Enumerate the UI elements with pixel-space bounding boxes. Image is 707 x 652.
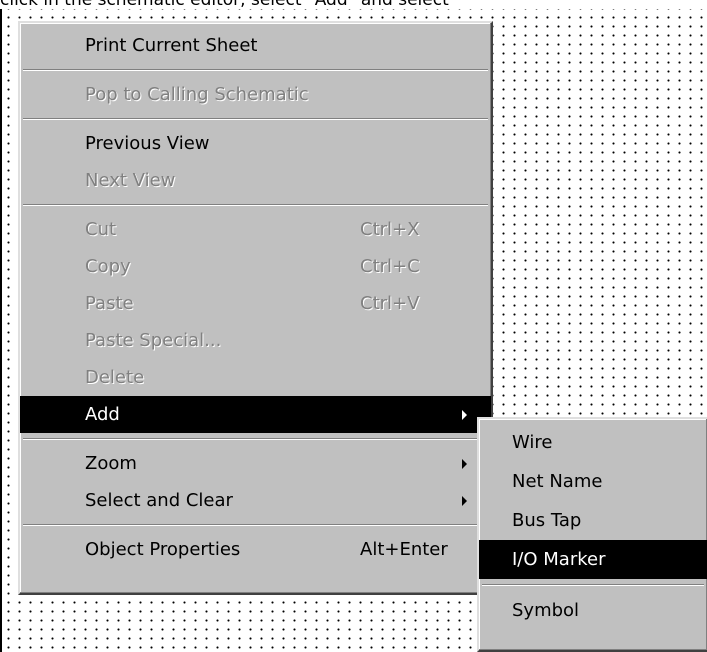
submenu-arrow-icon: [462, 496, 467, 506]
menu-item-label: I/O Marker: [512, 549, 606, 570]
menu-item-label: Print Current Sheet: [85, 35, 258, 56]
menu-item-label: Wire: [512, 432, 553, 453]
menu-item-label: Delete: [85, 367, 145, 388]
menu-item-label: Pop to Calling Schematic: [85, 84, 309, 105]
menu-item-shortcut: Ctrl+V: [360, 293, 420, 314]
menu-item-label: Net Name: [512, 471, 603, 492]
menu-item-select-and-clear[interactable]: Select and Clear: [20, 482, 491, 519]
menu-item-shortcut: Ctrl+C: [360, 256, 420, 277]
menu-item-shortcut: Ctrl+X: [360, 219, 420, 240]
add-submenu: Wire Net Name Bus Tap I/O Marker Symbol: [477, 417, 707, 652]
menu-separator: [23, 118, 488, 120]
submenu-item-symbol[interactable]: Symbol: [479, 591, 707, 630]
menu-item-shortcut: Alt+Enter: [360, 539, 448, 560]
submenu-item-net-name[interactable]: Net Name: [479, 462, 707, 501]
menu-item-label: Copy: [85, 256, 131, 277]
menu-item-label: Paste: [85, 293, 134, 314]
menu-item-copy: Copy Ctrl+C: [20, 248, 491, 285]
menu-item-delete: Delete: [20, 359, 491, 396]
submenu-arrow-icon: [462, 410, 467, 420]
menu-item-label: Zoom: [85, 453, 137, 474]
menu-item-pop-to-calling-schematic: Pop to Calling Schematic: [20, 76, 491, 113]
submenu-arrow-icon: [462, 459, 467, 469]
menu-item-label: Next View: [85, 170, 176, 191]
submenu-item-wire[interactable]: Wire: [479, 423, 707, 462]
menu-item-paste-special: Paste Special...: [20, 322, 491, 359]
menu-item-label: Bus Tap: [512, 510, 582, 531]
canvas-border: [0, 9, 2, 652]
menu-item-label: Previous View: [85, 133, 210, 154]
context-menu: Print Current Sheet Pop to Calling Schem…: [18, 21, 493, 595]
menu-item-previous-view[interactable]: Previous View: [20, 125, 491, 162]
menu-item-label: Object Properties: [85, 539, 241, 560]
menu-separator: [23, 69, 488, 71]
menu-separator: [482, 584, 704, 586]
menu-item-add[interactable]: Add: [20, 396, 491, 433]
menu-item-print-current-sheet[interactable]: Print Current Sheet: [20, 27, 491, 64]
menu-item-object-properties[interactable]: Object Properties Alt+Enter: [20, 531, 491, 568]
menu-separator: [23, 204, 488, 206]
submenu-item-bus-tap[interactable]: Bus Tap: [479, 501, 707, 540]
menu-separator: [23, 438, 488, 440]
menu-item-label: Cut: [85, 219, 117, 240]
menu-item-cut: Cut Ctrl+X: [20, 211, 491, 248]
menu-item-paste: Paste Ctrl+V: [20, 285, 491, 322]
menu-item-next-view: Next View: [20, 162, 491, 199]
menu-item-label: Select and Clear: [85, 490, 233, 511]
submenu-item-io-marker[interactable]: I/O Marker: [479, 540, 707, 579]
menu-item-label: Paste Special...: [85, 330, 222, 351]
menu-item-zoom[interactable]: Zoom: [20, 445, 491, 482]
menu-separator: [23, 524, 488, 526]
instruction-caption: click in the schematic editor, select "A…: [0, 0, 707, 9]
menu-item-label: Add: [85, 404, 120, 425]
menu-item-label: Symbol: [512, 600, 580, 621]
